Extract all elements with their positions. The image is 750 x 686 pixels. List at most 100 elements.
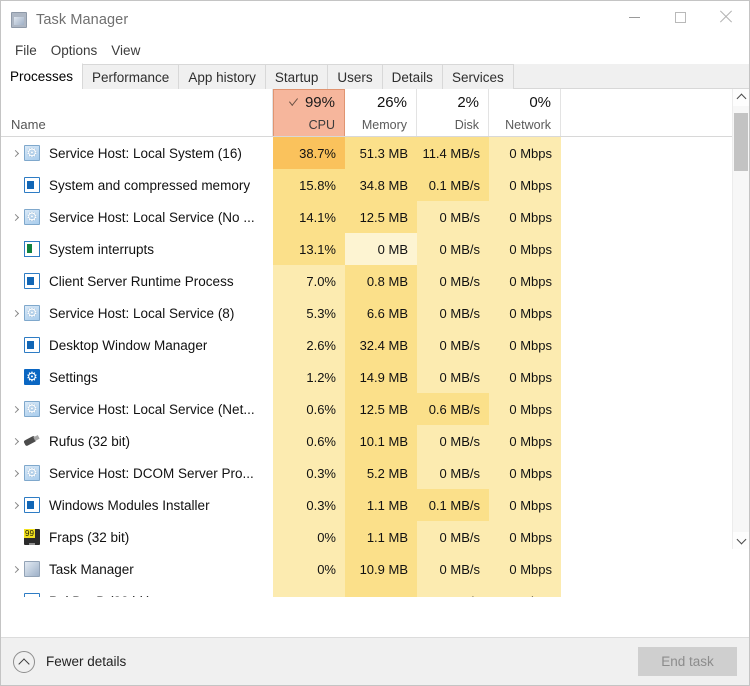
service-host-icon <box>24 145 40 161</box>
tab-app-history[interactable]: App history <box>178 64 266 89</box>
process-name-cell[interactable]: Service Host: Local Service (No ... <box>1 201 273 233</box>
minimize-icon <box>628 16 640 18</box>
close-button[interactable] <box>703 1 749 33</box>
chevron-up-circle-icon <box>13 650 35 673</box>
scroll-down-button[interactable] <box>733 532 749 549</box>
maximize-button[interactable] <box>657 1 703 33</box>
table-row[interactable]: Service Host: Local Service (8) 5.3%6.6 M… <box>1 297 749 329</box>
expand-chevron-icon[interactable] <box>7 437 24 445</box>
table-row[interactable]: Client Server Runtime Process 7.0% 0.8 MB 0… <box>1 265 749 297</box>
expand-chevron-icon[interactable] <box>7 149 24 157</box>
table-row[interactable]: System and compressed memory 15.8% 34.8 MB… <box>1 169 749 201</box>
column-header-cpu[interactable]: 99% CPU <box>273 89 345 137</box>
table-row[interactable]: Task Manager 0% 10.9 MB 0 MB/s 0 Mbps <box>1 553 749 585</box>
process-name-cell[interactable]: Windows Modules Installer <box>1 489 273 521</box>
process-list[interactable]: Service Host: Local System (16) 38.7%51.3… <box>1 137 749 597</box>
menu-item-options[interactable]: Options <box>44 41 105 61</box>
window-title: Task Manager <box>36 12 129 28</box>
expand-chevron-icon[interactable] <box>7 501 24 509</box>
expand-chevron-icon[interactable] <box>7 213 24 221</box>
process-name-cell[interactable]: Desktop Window Manager <box>1 329 273 361</box>
table-row[interactable]: Service Host: Local Service (Net... 0.6%1… <box>1 393 749 425</box>
disk-cell: 11.4 MB/s <box>417 137 489 169</box>
process-name-cell[interactable]: Service Host: DCOM Server Pro... <box>1 457 273 489</box>
column-header-disk[interactable]: 2% Disk <box>417 89 489 137</box>
scrollbar-track[interactable] <box>733 106 749 532</box>
memory-cell: 1.1 MB <box>345 521 417 553</box>
table-row[interactable]: PnkBstrB (32 bit) 0%0.6 MB0 MB/s0 Mbps <box>1 585 749 597</box>
column-header-name[interactable]: Name <box>1 89 273 137</box>
window-blue-icon <box>24 593 40 597</box>
disk-cell: 0 MB/s <box>417 521 489 553</box>
tab-services[interactable]: Services <box>441 64 514 89</box>
sort-descending-icon <box>289 95 298 106</box>
menu-item-file[interactable]: File <box>8 41 44 61</box>
process-name-cell[interactable]: Rufus (32 bit) <box>1 425 273 457</box>
menu-item-view[interactable]: View <box>104 41 147 61</box>
expand-chevron-icon[interactable] <box>7 469 24 477</box>
column-header-memory[interactable]: 26% Memory <box>345 89 417 137</box>
window-blue-icon <box>24 273 40 289</box>
process-list-scrollbar[interactable] <box>732 89 749 549</box>
table-row[interactable]: Windows Modules Installer 0.3% 1.1 MB 0.1 M… <box>1 489 749 521</box>
process-name-cell[interactable]: PnkBstrB (32 bit) <box>1 585 273 597</box>
memory-cell: 34.8 MB <box>345 169 417 201</box>
tab-details[interactable]: Details <box>381 64 443 89</box>
service-host-icon <box>24 401 40 417</box>
table-row[interactable]: System interrupts 13.1% 0 MB 0 MB/s 0 Mbps <box>1 233 749 265</box>
table-row[interactable]: Desktop Window Manager 2.6% 32.4 MB 0 MB/s 0… <box>1 329 749 361</box>
memory-cell: 0 MB <box>345 233 417 265</box>
tab-performance[interactable]: Performance <box>82 64 180 89</box>
row-spacer <box>561 137 749 169</box>
scroll-up-button[interactable] <box>733 89 749 106</box>
table-row[interactable]: Settings 1.2%14.9 MB0 MB/s0 Mbps <box>1 361 749 393</box>
process-name-cell[interactable]: Client Server Runtime Process <box>1 265 273 297</box>
disk-cell: 0 MB/s <box>417 585 489 597</box>
process-name-cell[interactable]: Task Manager <box>1 553 273 585</box>
disk-cell: 0 MB/s <box>417 233 489 265</box>
memory-cell: 10.9 MB <box>345 553 417 585</box>
disk-total: 2% <box>457 94 479 111</box>
table-row[interactable]: Service Host: Local System (16) 38.7%51.3… <box>1 137 749 169</box>
table-row[interactable]: Service Host: Local Service (No ... 14.1%… <box>1 201 749 233</box>
cpu-cell: 0.6% <box>273 425 345 457</box>
minimize-button[interactable] <box>611 1 657 33</box>
memory-cell: 12.5 MB <box>345 201 417 233</box>
expand-chevron-icon[interactable] <box>7 405 24 413</box>
title-bar[interactable]: Task Manager <box>1 1 749 39</box>
network-cell: 0 Mbps <box>489 457 561 489</box>
process-name-cell[interactable]: Fraps (32 bit) <box>1 521 273 553</box>
process-name-cell[interactable]: Settings <box>1 361 273 393</box>
tab-users[interactable]: Users <box>327 64 383 89</box>
cpu-cell: 38.7% <box>273 137 345 169</box>
process-name-cell[interactable]: Service Host: Local Service (Net... <box>1 393 273 425</box>
maximize-icon <box>674 11 686 23</box>
table-row[interactable]: Rufus (32 bit) 0.6% 10.1 MB 0 MB/s 0 Mbps <box>1 425 749 457</box>
row-spacer <box>561 521 749 553</box>
cpu-cell: 0.3% <box>273 489 345 521</box>
table-row[interactable]: Service Host: DCOM Server Pro... 0.3%5.2 … <box>1 457 749 489</box>
process-name-cell[interactable]: System and compressed memory <box>1 169 273 201</box>
process-name-cell[interactable]: System interrupts <box>1 233 273 265</box>
cpu-cell: 5.3% <box>273 297 345 329</box>
cpu-cell: 15.8% <box>273 169 345 201</box>
memory-cell: 14.9 MB <box>345 361 417 393</box>
expand-chevron-icon[interactable] <box>7 309 24 317</box>
memory-cell: 51.3 MB <box>345 137 417 169</box>
tab-startup[interactable]: Startup <box>264 64 329 89</box>
fewer-details-button[interactable]: Fewer details <box>13 650 126 673</box>
expand-chevron-icon[interactable] <box>7 565 24 573</box>
process-name-cell[interactable]: Service Host: Local Service (8) <box>1 297 273 329</box>
tab-processes[interactable]: Processes <box>1 63 84 89</box>
table-row[interactable]: Fraps (32 bit) 0%1.1 MB0 MB/s0 Mbps <box>1 521 749 553</box>
process-name-label: Service Host: Local System (16) <box>49 145 242 161</box>
row-spacer <box>561 361 749 393</box>
disk-cell: 0.6 MB/s <box>417 393 489 425</box>
scrollbar-thumb[interactable] <box>734 113 748 171</box>
settings-gear-icon <box>24 369 40 385</box>
end-task-button[interactable]: End task <box>638 647 737 676</box>
row-spacer <box>561 585 749 597</box>
process-name-cell[interactable]: Service Host: Local System (16) <box>1 137 273 169</box>
network-cell: 0 Mbps <box>489 585 561 597</box>
column-header-network[interactable]: 0% Network <box>489 89 561 137</box>
